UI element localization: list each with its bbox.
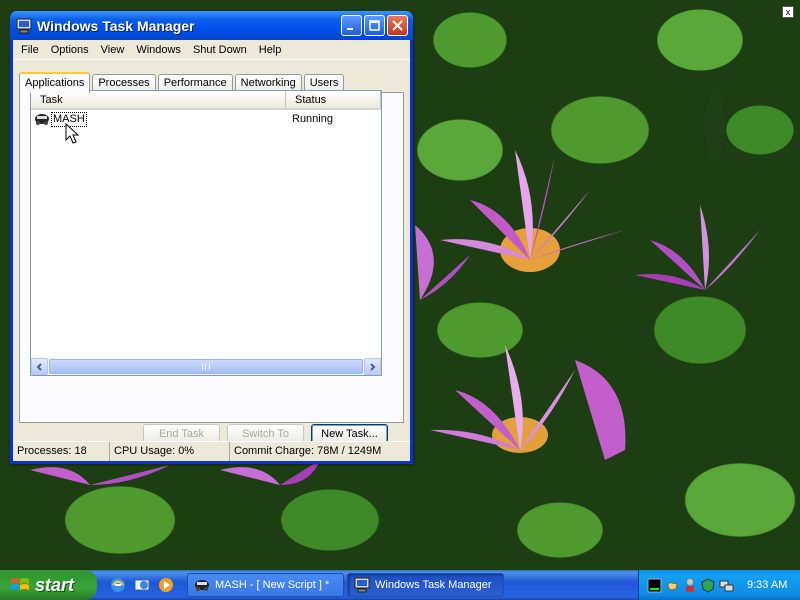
status-cpu-usage: CPU Usage: 0%	[110, 442, 230, 461]
clock: 9:33 AM	[747, 579, 788, 591]
close-icon	[392, 20, 403, 31]
tab-applications[interactable]: Applications	[19, 72, 91, 93]
menu-options[interactable]: Options	[45, 44, 95, 56]
quick-launch	[97, 576, 187, 594]
minimize-icon	[347, 28, 353, 30]
window-client-area: File Options View Windows Shut Down Help…	[13, 40, 410, 461]
minimize-button[interactable]	[341, 15, 362, 36]
horizontal-scrollbar[interactable]	[31, 358, 381, 375]
grip-icon	[202, 363, 210, 370]
mash-app-icon	[195, 580, 209, 591]
menu-shut-down[interactable]: Shut Down	[187, 44, 253, 56]
security-icon[interactable]	[701, 577, 716, 593]
chevron-right-icon	[370, 362, 376, 371]
menu-help[interactable]: Help	[253, 44, 288, 56]
table-row[interactable]: MASH Running	[31, 110, 381, 144]
hand-icon[interactable]	[665, 578, 680, 593]
maximize-icon	[369, 20, 380, 31]
internet-explorer-icon[interactable]	[109, 576, 127, 594]
start-button[interactable]: start	[0, 570, 97, 600]
column-header-task[interactable]: Task	[31, 91, 286, 108]
task-manager-window: Windows Task Manager File Options View W…	[10, 11, 413, 464]
outlook-express-icon[interactable]	[133, 576, 151, 594]
column-header-status[interactable]: Status	[286, 91, 381, 108]
cpu-meter-icon[interactable]	[647, 578, 662, 593]
list-header: Task Status	[31, 91, 381, 110]
menu-file[interactable]: File	[15, 44, 45, 56]
scroll-left-button[interactable]	[31, 358, 48, 375]
taskbar-button-mash[interactable]: MASH - [ New Script ] *	[187, 573, 344, 597]
monitor-icon	[16, 18, 32, 33]
network-icon[interactable]	[719, 578, 734, 593]
start-label: start	[35, 574, 75, 595]
taskbar-button-task-manager[interactable]: Windows Task Manager	[347, 573, 504, 597]
scroll-right-button[interactable]	[364, 358, 381, 375]
taskbar-button-label: MASH - [ New Script ] *	[215, 579, 330, 591]
corner-close-box[interactable]: x	[782, 6, 794, 18]
person-icon[interactable]	[683, 578, 698, 593]
maximize-button[interactable]	[364, 15, 385, 36]
close-button[interactable]	[387, 15, 408, 36]
windows-logo-icon	[11, 578, 29, 590]
lotus-flower-left	[415, 225, 470, 300]
media-player-icon[interactable]	[157, 576, 175, 594]
taskbar-button-label: Windows Task Manager	[375, 579, 492, 591]
status-commit-charge: Commit Charge: 78M / 1249M	[234, 445, 382, 457]
task-list[interactable]: Task Status MASH Running	[30, 90, 382, 376]
status-processes: Processes: 18	[13, 442, 110, 461]
lotus-flower-lower	[430, 345, 626, 460]
taskbar: start MASH - [ New Script ] * Windows Ta…	[0, 570, 800, 600]
scroll-thumb[interactable]	[49, 359, 363, 374]
lotus-bud	[705, 85, 725, 165]
monitor-icon	[354, 577, 370, 593]
lotus-flower-right	[635, 205, 760, 290]
mash-app-icon	[35, 114, 49, 125]
window-title: Windows Task Manager	[37, 17, 195, 34]
row-status: Running	[292, 113, 333, 125]
menu-view[interactable]: View	[95, 44, 131, 56]
chevron-left-icon	[36, 362, 42, 371]
title-bar[interactable]: Windows Task Manager	[10, 11, 413, 40]
status-bar: Processes: 18 CPU Usage: 0% Commit Charg…	[13, 441, 410, 461]
system-tray: 9:33 AM	[638, 570, 800, 600]
menu-windows[interactable]: Windows	[130, 44, 187, 56]
mouse-cursor-icon	[65, 123, 79, 144]
menu-bar: File Options View Windows Shut Down Help	[13, 40, 410, 60]
